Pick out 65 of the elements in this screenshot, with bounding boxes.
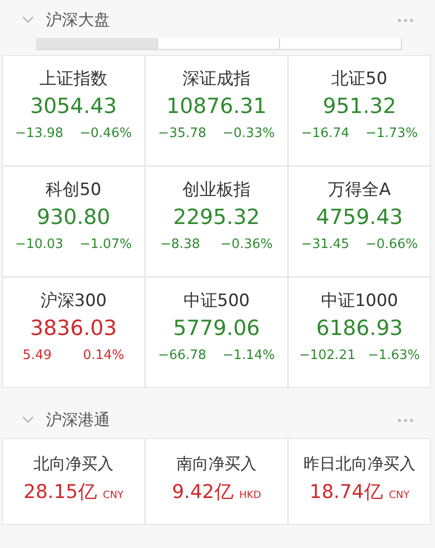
change-value: −35.78 xyxy=(158,126,206,141)
index-name: 北证50 xyxy=(332,68,388,90)
index-value: 951.32 xyxy=(322,93,396,120)
chevron-icon[interactable] xyxy=(22,416,34,424)
change-percent: −1.63% xyxy=(368,348,420,363)
flow-card[interactable]: 北向净买入 28.15亿 CNY xyxy=(3,439,144,524)
flow-label: 南向净买入 xyxy=(176,453,256,475)
index-value: 5779.06 xyxy=(173,315,260,342)
change-value: 5.49 xyxy=(22,348,52,363)
change-percent: −0.33% xyxy=(222,126,275,141)
change-percent: −1.14% xyxy=(222,348,275,363)
flow-label: 北向净买入 xyxy=(34,453,114,475)
index-name: 科创50 xyxy=(46,179,102,201)
index-value: 3836.03 xyxy=(30,315,117,342)
index-name: 沪深300 xyxy=(40,290,107,312)
tab[interactable] xyxy=(279,38,402,50)
flow-amount: 9.42亿 xyxy=(172,480,234,505)
index-value: 2295.32 xyxy=(173,204,260,231)
flow-amount: 18.74亿 xyxy=(310,480,383,505)
index-card[interactable]: 北证50 951.32 −16.74 −1.73% xyxy=(289,56,430,165)
index-card[interactable]: 中证1000 6186.93 −102.21 −1.63% xyxy=(289,278,430,387)
index-name: 上证指数 xyxy=(40,68,108,90)
section-title: 沪深大盘 xyxy=(46,10,111,30)
flow-card[interactable]: 昨日北向净买入 18.74亿 CNY xyxy=(289,439,430,524)
index-name: 创业板指 xyxy=(182,179,250,201)
index-card[interactable]: 深证成指 10876.31 −35.78 −0.33% xyxy=(146,56,287,165)
index-card[interactable]: 创业板指 2295.32 −8.38 −0.36% xyxy=(146,167,287,276)
change-value: −10.03 xyxy=(15,237,64,252)
tab[interactable] xyxy=(36,38,158,50)
index-value: 4759.43 xyxy=(316,204,403,231)
chevron-icon[interactable] xyxy=(22,16,34,24)
index-name: 中证1000 xyxy=(320,290,398,312)
change-value: −102.21 xyxy=(299,348,356,363)
change-value: −16.74 xyxy=(301,126,350,141)
more-icon[interactable] xyxy=(398,418,413,422)
index-value: 3054.43 xyxy=(30,93,117,120)
flow-label: 昨日北向净买入 xyxy=(304,453,416,475)
index-name: 中证500 xyxy=(183,290,250,312)
flow-card[interactable]: 南向净买入 9.42亿 HKD xyxy=(146,439,287,524)
change-percent: −1.07% xyxy=(80,237,132,252)
change-value: −66.78 xyxy=(158,348,206,363)
currency-label: HKD xyxy=(239,490,262,501)
index-value: 930.80 xyxy=(36,204,110,231)
change-percent: −0.36% xyxy=(220,237,273,252)
index-value: 10876.31 xyxy=(166,93,267,120)
index-value: 6186.93 xyxy=(316,315,403,342)
index-card[interactable]: 上证指数 3054.43 −13.98 −0.46% xyxy=(3,56,144,165)
index-card[interactable]: 沪深300 3836.03 5.49 0.14% xyxy=(3,278,144,387)
change-percent: −1.73% xyxy=(366,126,418,141)
change-percent: 0.14% xyxy=(82,348,124,363)
more-icon[interactable] xyxy=(398,18,413,22)
section-title: 沪深港通 xyxy=(46,410,111,430)
change-value: −13.98 xyxy=(15,126,64,141)
change-percent: −0.66% xyxy=(366,237,418,252)
index-card[interactable]: 中证500 5779.06 −66.78 −1.14% xyxy=(146,278,287,387)
index-card[interactable]: 科创50 930.80 −10.03 −1.07% xyxy=(3,167,144,276)
index-name: 万得全A xyxy=(328,179,391,201)
change-value: −31.45 xyxy=(301,237,350,252)
index-card[interactable]: 万得全A 4759.43 −31.45 −0.66% xyxy=(289,167,430,276)
flow-amount: 28.15亿 xyxy=(24,480,97,505)
index-name: 深证成指 xyxy=(182,68,250,90)
currency-label: CNY xyxy=(102,490,124,501)
currency-label: CNY xyxy=(388,490,410,501)
change-value: −8.38 xyxy=(160,237,200,252)
change-percent: −0.46% xyxy=(80,126,132,141)
